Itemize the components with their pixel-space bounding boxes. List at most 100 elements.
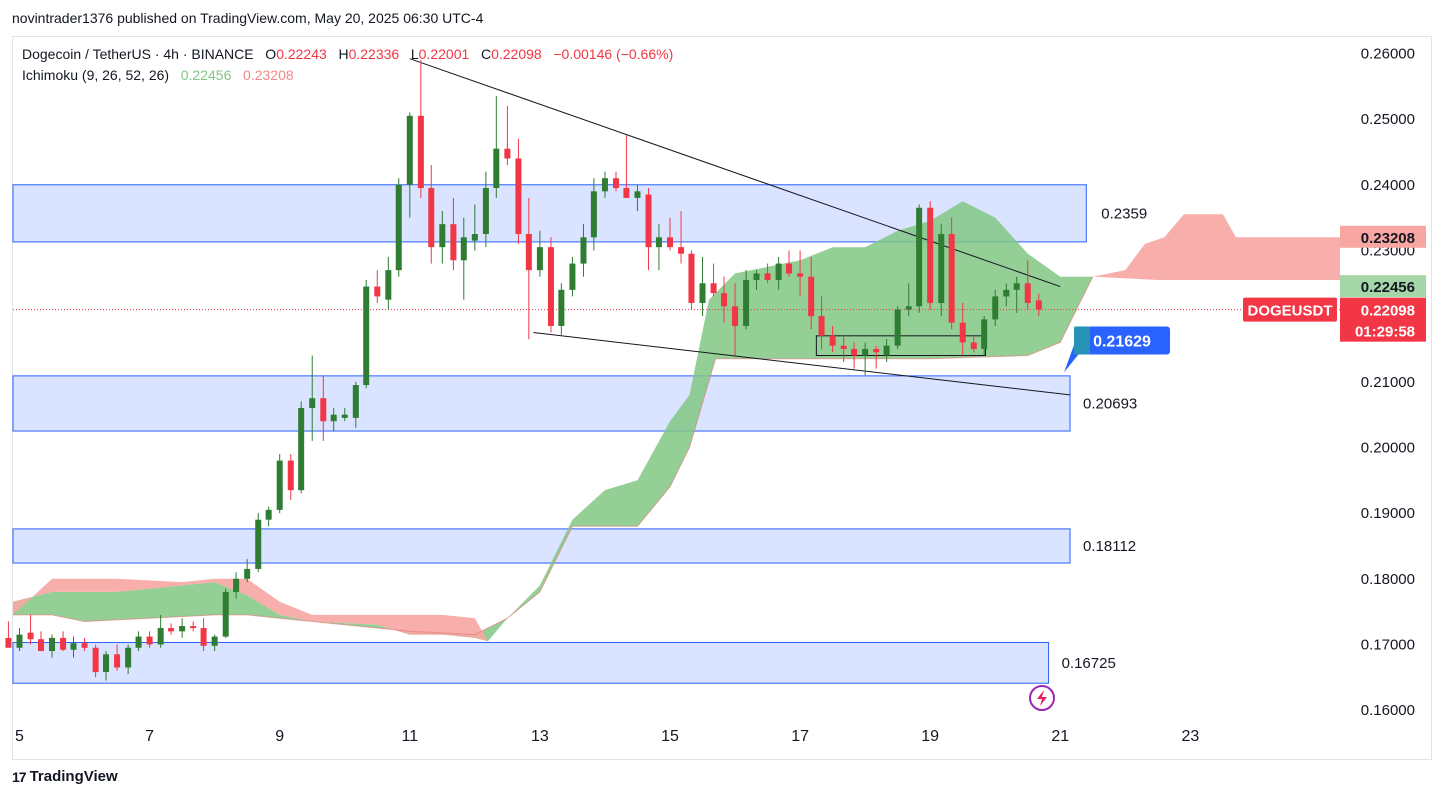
zone-box-4: [12, 642, 1050, 684]
trendline-1: [409, 58, 1061, 288]
y-tick-label: 0.21000: [1361, 374, 1415, 391]
candle-body: [601, 178, 608, 192]
x-tick-label: 15: [661, 728, 679, 745]
x-tick-label: 9: [275, 728, 284, 745]
candle-body: [775, 263, 782, 280]
candle-body: [49, 637, 56, 652]
candle-body: [233, 578, 240, 592]
tradingview-brand: TradingView: [29, 768, 118, 785]
candle-body: [569, 263, 576, 290]
high-label: H: [338, 46, 349, 62]
candle-body: [547, 247, 554, 326]
candle-body: [948, 234, 955, 323]
ichimoku-cloud-bearish-future: [1092, 214, 1340, 280]
zone-box-2: [12, 375, 1071, 432]
tradingview-logo-icon: 17: [12, 768, 27, 785]
x-tick-label: 5: [15, 728, 24, 745]
symbol-title[interactable]: Dogecoin / TetherUS · 4h · BINANCE: [22, 46, 254, 62]
candle-body: [211, 636, 218, 646]
candle-body: [797, 273, 804, 277]
candle-body: [558, 289, 565, 326]
candle-body: [905, 306, 912, 310]
candle-body: [60, 637, 67, 650]
x-tick-label: 23: [1181, 728, 1199, 745]
y-tick-label: 0.17000: [1361, 636, 1415, 653]
change-value: −0.00146 (−0.66%): [553, 46, 674, 62]
candle-body: [27, 632, 34, 640]
candle-body: [70, 643, 77, 650]
x-tick-label: 7: [145, 728, 154, 745]
candle-body: [883, 345, 890, 356]
candle-body: [732, 306, 739, 326]
candle-body: [970, 342, 977, 349]
candle-body: [146, 636, 153, 645]
candle-body: [753, 273, 760, 280]
candle-body: [16, 634, 23, 648]
y-tick-label: 0.18000: [1361, 571, 1415, 588]
current-price-tag: 0.22098: [1361, 303, 1415, 320]
candle-body: [439, 224, 446, 248]
candle-body: [341, 414, 348, 418]
ichimoku-a-price-tag: 0.22456: [1361, 279, 1415, 296]
low-value: 0.22001: [418, 46, 470, 62]
candle-body: [460, 237, 467, 261]
candle-body: [862, 348, 869, 356]
candle-body: [428, 188, 435, 248]
x-tick-label: 21: [1051, 728, 1069, 745]
candle-body: [374, 286, 381, 297]
zone-label-4: 0.16725: [1062, 655, 1116, 672]
candle-body: [244, 568, 251, 579]
candle-body: [786, 263, 793, 274]
candle-body: [580, 237, 587, 264]
close-value: 0.22098: [491, 46, 542, 62]
low-label: L: [410, 46, 419, 62]
y-tick-label: 0.26000: [1361, 45, 1415, 62]
candle-body: [840, 345, 847, 349]
candle-body: [471, 234, 478, 241]
indicator-title[interactable]: Ichimoku (9, 26, 52, 26): [22, 67, 169, 83]
candle-body: [168, 628, 175, 632]
indicator-value-a: 0.22456: [180, 67, 232, 83]
price-chart[interactable]: 0.2359 0.20693 0.18112 0.16725 5 7 9 11 13 15 17 19…: [0, 0, 1444, 799]
candle-body: [200, 628, 207, 646]
candle-body: [504, 148, 511, 159]
chart-legend: Dogecoin / TetherUS · 4h · BINANCE O0.22…: [22, 44, 673, 86]
candle-body: [829, 335, 836, 346]
candle-body: [613, 178, 620, 189]
candle-body: [808, 276, 815, 317]
candle-body: [916, 207, 923, 307]
zone-label-1: 0.2359: [1101, 205, 1147, 222]
candle-body: [981, 319, 988, 349]
candle-body: [851, 348, 858, 356]
candle-body: [720, 293, 727, 307]
zone-label-3: 0.18112: [1083, 538, 1136, 555]
candle-body: [265, 509, 272, 520]
candle-body: [927, 207, 934, 303]
candle-body: [287, 460, 294, 491]
y-tick-label: 0.16000: [1361, 702, 1415, 719]
candle-body: [298, 408, 305, 491]
candle-body: [515, 158, 522, 235]
candle-body: [103, 654, 110, 673]
candle-body: [655, 237, 662, 248]
candle-body: [363, 286, 370, 386]
candle-body: [873, 348, 880, 353]
candle-body: [688, 253, 695, 303]
tradingview-logo[interactable]: 17 TradingView: [12, 768, 118, 785]
countdown-timer: 01:29:58: [1355, 324, 1415, 341]
candle-body: [81, 643, 88, 648]
candle-body: [710, 283, 717, 294]
x-tick-label: 13: [531, 728, 549, 745]
candle-body: [1035, 300, 1042, 310]
zone-box-3: [12, 528, 1071, 564]
x-tick-label: 19: [921, 728, 939, 745]
candle-body: [114, 654, 121, 668]
candle-body: [764, 273, 771, 280]
candle-body: [450, 224, 457, 261]
high-value: 0.22336: [348, 46, 400, 62]
candle-body: [493, 148, 500, 189]
candle-body: [590, 191, 597, 238]
candle-body: [5, 637, 12, 648]
candle-body: [190, 626, 197, 629]
y-tick-label: 0.19000: [1361, 505, 1415, 522]
